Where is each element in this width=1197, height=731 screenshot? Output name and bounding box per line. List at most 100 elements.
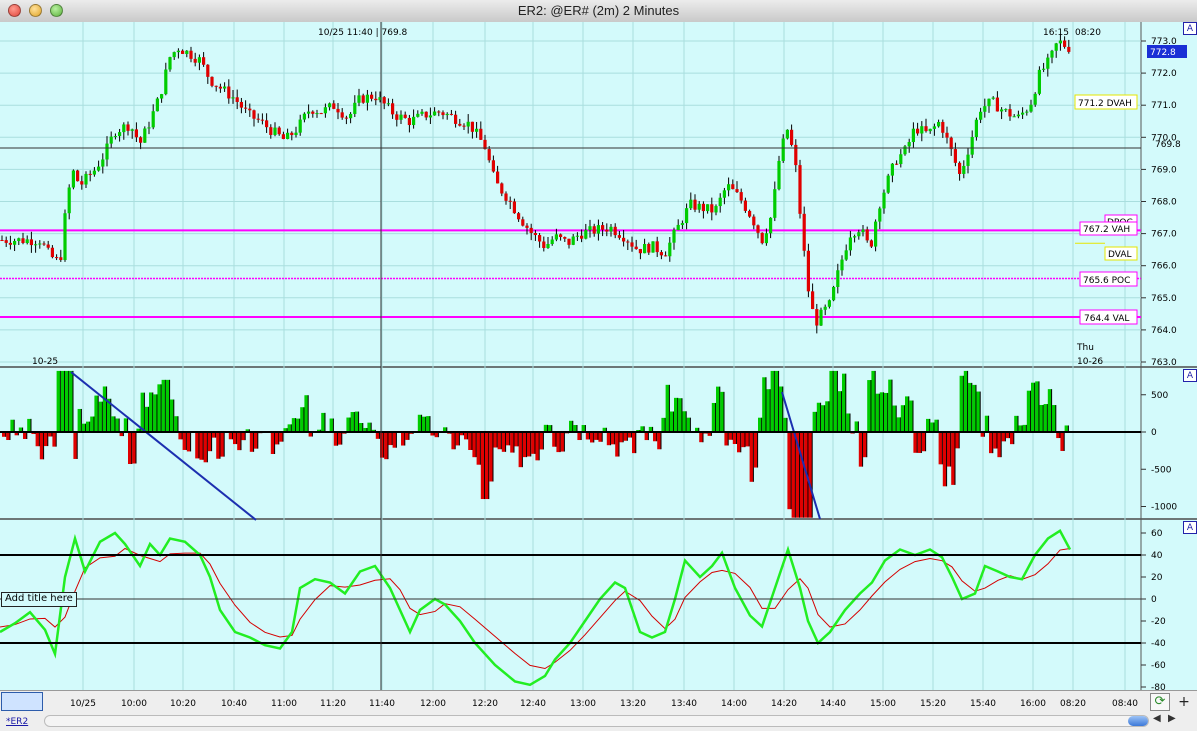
volume-bar (527, 432, 531, 456)
crosshair-price-tag: 769.8 (1155, 140, 1181, 150)
volume-bar (951, 432, 955, 485)
candle (404, 112, 407, 119)
candle (929, 129, 932, 134)
candle (618, 231, 621, 240)
volume-bar (1035, 381, 1039, 432)
price-axis-label: 767.0 (1151, 230, 1177, 240)
candle (937, 120, 940, 128)
symbol-tab[interactable]: *ER2 (6, 717, 28, 727)
candle (845, 244, 848, 260)
volume-bar (590, 432, 594, 442)
volume-bar (351, 412, 355, 432)
volume-axis-label: -500 (1151, 465, 1172, 475)
candle (546, 237, 549, 249)
volume-bar (157, 384, 161, 432)
candle (38, 240, 41, 249)
candle (143, 126, 146, 143)
volume-bar (943, 432, 947, 486)
svg-text:765.6 POC: 765.6 POC (1083, 276, 1130, 286)
scroll-left-arrow[interactable]: ◀ (1153, 713, 1161, 724)
volume-bar (510, 432, 514, 453)
volume-bar (279, 432, 283, 442)
candle (345, 116, 348, 124)
candle (656, 237, 659, 257)
add-title-input[interactable]: Add title here (1, 592, 77, 607)
panel-a-tag-price[interactable]: A (1183, 22, 1197, 35)
candle (803, 207, 806, 257)
volume-bar (783, 418, 787, 432)
time-axis-label: 13:40 (671, 699, 697, 709)
candle (215, 86, 218, 92)
volume-bar (254, 432, 258, 449)
candle (685, 203, 688, 229)
time-axis-box[interactable] (1, 692, 43, 711)
candle (899, 149, 902, 167)
axis-labels: 773.0772.0771.0770.0769.0768.0767.0766.0… (0, 37, 1177, 690)
volume-bar (422, 417, 426, 432)
panel-a-tag-volume[interactable]: A (1183, 369, 1197, 382)
candle (920, 121, 923, 141)
candle (0, 236, 3, 242)
osc-axis-label: 20 (1151, 573, 1163, 583)
volume-bar (10, 420, 14, 432)
candle (441, 110, 444, 119)
scroll-right-arrow[interactable]: ▶ (1168, 713, 1176, 724)
candle (126, 122, 129, 136)
volume-bar (666, 385, 670, 432)
candle (168, 57, 171, 72)
volume-bar (1044, 404, 1048, 432)
volume-bar (300, 407, 304, 432)
price-candles (0, 35, 1070, 334)
volume-bar (754, 432, 758, 468)
candle (194, 53, 197, 67)
date-right-day: Thu (1076, 343, 1094, 353)
scrollbar-thumb[interactable] (1128, 716, 1148, 726)
candle (261, 113, 264, 124)
volume-bar (52, 432, 56, 447)
bottom-bar: 10/2510:0010:2010:4011:0011:2011:4012:00… (0, 690, 1197, 731)
volume-bar (124, 418, 128, 432)
candle (202, 52, 205, 67)
add-button[interactable]: + (1175, 693, 1193, 711)
chart-area[interactable]: 773.0772.0771.0770.0769.0768.0767.0766.0… (0, 22, 1197, 690)
chart-canvas[interactable]: 773.0772.0771.0770.0769.0768.0767.0766.0… (0, 22, 1197, 690)
volume-bar (187, 432, 191, 451)
header-time2: 08:20 (1075, 28, 1101, 38)
volume-bar (670, 411, 674, 432)
volume-bar (800, 432, 804, 518)
candle (777, 156, 780, 190)
candle (1021, 107, 1024, 119)
volume-bar (607, 432, 611, 445)
candle (782, 134, 785, 163)
candle (492, 156, 495, 173)
level-poc: 765.6 POC (1080, 272, 1137, 286)
time-axis-label: 14:20 (771, 699, 797, 709)
candle (853, 235, 856, 243)
candle (21, 233, 24, 244)
horizontal-scrollbar[interactable] (44, 715, 1149, 727)
candle (744, 198, 747, 213)
volume-bar (485, 432, 489, 499)
candle (475, 122, 478, 138)
volume-bar (321, 413, 325, 432)
candle (824, 305, 827, 316)
candle (971, 130, 974, 158)
panel-a-tag-osc[interactable]: A (1183, 521, 1197, 534)
candle (30, 232, 33, 253)
volume-bar (897, 417, 901, 432)
refresh-button[interactable]: ⟳ (1150, 693, 1170, 711)
candle (698, 201, 701, 213)
volume-bar (292, 418, 296, 432)
candle (471, 122, 474, 139)
volume-bar (762, 377, 766, 432)
candle (68, 184, 71, 219)
candle (181, 49, 184, 54)
candle (996, 91, 999, 111)
candle (891, 163, 894, 182)
candle (152, 104, 155, 129)
time-axis-label: 10:00 (121, 699, 147, 709)
price-axis-label: 764.0 (1151, 326, 1177, 336)
candle (223, 82, 226, 92)
candle (1008, 104, 1011, 121)
candle (425, 111, 428, 120)
